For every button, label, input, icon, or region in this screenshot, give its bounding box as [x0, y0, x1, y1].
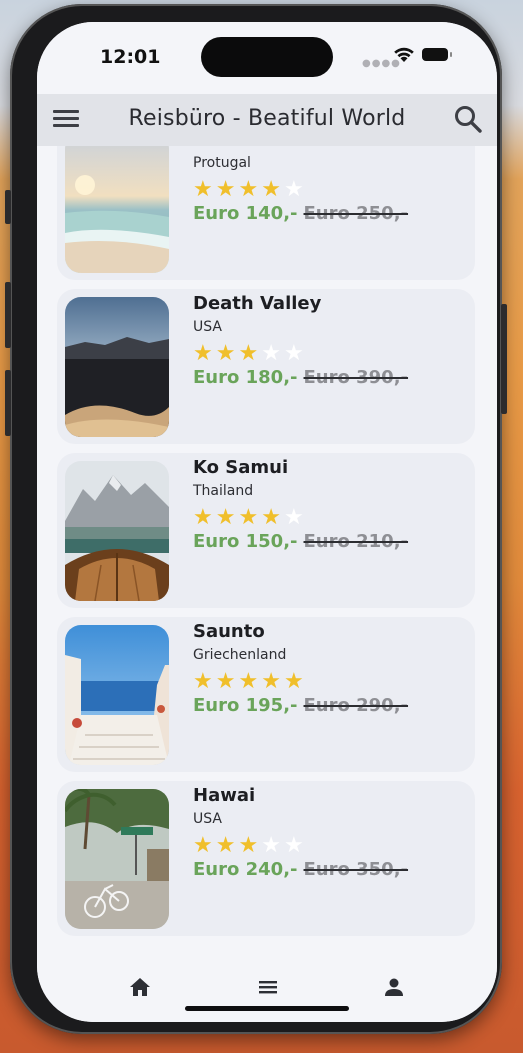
- rating-stars: ★★★★★: [193, 505, 408, 531]
- trip-image: [65, 146, 169, 273]
- rating-stars: ★★★★★: [193, 669, 408, 695]
- app-screen: 12:01 ●●●● Reisbüro - Beatiful World Pro…: [37, 22, 497, 1022]
- trip-price: Euro 140,-: [193, 203, 298, 224]
- home-indicator[interactable]: [185, 1006, 349, 1011]
- trip-info: Ko Samui Thailand ★★★★★ Euro 150,- Euro 2…: [193, 457, 408, 555]
- price-row: Euro 240,- Euro 350,-: [193, 859, 408, 883]
- person-icon[interactable]: [379, 974, 409, 1000]
- star-empty-icon: ★: [261, 833, 284, 858]
- trip-info: Death Valley USA ★★★★★ Euro 180,- Euro 39…: [193, 293, 408, 391]
- star-filled-icon: ★: [193, 505, 216, 530]
- star-filled-icon: ★: [215, 341, 239, 366]
- trip-card[interactable]: Saunto Griechenland ★★★★★ Euro 195,- Euro…: [57, 617, 475, 772]
- price-row: Euro 195,- Euro 290,-: [193, 695, 408, 719]
- price-row: Euro 140,- Euro 250,-: [193, 203, 408, 227]
- rating-stars: ★★★★★: [193, 341, 408, 367]
- trip-image: [65, 789, 169, 929]
- trip-old-price: Euro 210,-: [303, 531, 409, 552]
- trip-card[interactable]: Death Valley USA ★★★★★ Euro 180,- Euro 39…: [57, 289, 475, 444]
- trip-image: [65, 625, 169, 765]
- star-filled-icon: ★: [238, 177, 262, 202]
- home-icon[interactable]: [125, 974, 155, 1000]
- trip-price: Euro 150,-: [193, 531, 298, 552]
- star-filled-icon: ★: [283, 669, 307, 694]
- trip-price: Euro 180,-: [193, 367, 298, 388]
- trip-card[interactable]: Hawai USA ★★★★★ Euro 240,- Euro 350,-: [57, 781, 475, 936]
- trip-name: Death Valley: [193, 293, 322, 314]
- trip-list[interactable]: Protugal ★★★★★ Euro 140,- Euro 250,- Dea…: [37, 146, 497, 956]
- star-filled-icon: ★: [193, 833, 216, 858]
- volume-down-button: [5, 370, 11, 436]
- star-empty-icon: ★: [283, 833, 307, 858]
- dynamic-island: [201, 37, 333, 77]
- star-filled-icon: ★: [193, 669, 216, 694]
- trip-country: Griechenland: [193, 647, 287, 663]
- star-filled-icon: ★: [215, 505, 239, 530]
- trip-info: Saunto Griechenland ★★★★★ Euro 195,- Euro…: [193, 621, 408, 719]
- trip-price: Euro 240,-: [193, 859, 298, 880]
- side-button: [5, 190, 11, 224]
- price-row: Euro 150,- Euro 210,-: [193, 531, 408, 555]
- trip-price: Euro 195,-: [193, 695, 298, 716]
- trip-old-price: Euro 250,-: [303, 203, 409, 224]
- rating-stars: ★★★★★: [193, 833, 408, 859]
- status-bar: 12:01 ●●●●: [37, 22, 497, 94]
- star-filled-icon: ★: [215, 177, 239, 202]
- trip-old-price: Euro 350,-: [303, 859, 409, 880]
- trip-info: Protugal ★★★★★ Euro 140,- Euro 250,-: [193, 146, 408, 227]
- phone-frame: 12:01 ●●●● Reisbüro - Beatiful World Pro…: [5, 4, 507, 1034]
- star-empty-icon: ★: [283, 505, 307, 530]
- trip-card[interactable]: Protugal ★★★★★ Euro 140,- Euro 250,-: [57, 146, 475, 280]
- star-filled-icon: ★: [238, 833, 262, 858]
- star-filled-icon: ★: [238, 505, 262, 530]
- app-bar: Reisbüro - Beatiful World: [37, 94, 497, 146]
- trip-name: Hawai: [193, 785, 256, 806]
- search-icon[interactable]: [453, 104, 483, 134]
- trip-old-price: Euro 390,-: [303, 367, 409, 388]
- trip-old-price: Euro 290,-: [303, 695, 409, 716]
- power-button: [501, 304, 507, 414]
- trip-info: Hawai USA ★★★★★ Euro 240,- Euro 350,-: [193, 785, 408, 883]
- trip-name: Saunto: [193, 621, 265, 642]
- trip-country: USA: [193, 811, 222, 827]
- rating-stars: ★★★★★: [193, 177, 408, 203]
- status-time: 12:01: [100, 46, 161, 68]
- bottom-navigation: [37, 956, 497, 1022]
- trip-name: [193, 146, 408, 153]
- star-filled-icon: ★: [215, 833, 239, 858]
- trip-country: Thailand: [193, 483, 254, 499]
- trip-country: USA: [193, 319, 222, 335]
- trip-country: Protugal: [193, 155, 251, 171]
- trip-image: [65, 297, 169, 437]
- star-filled-icon: ★: [261, 177, 284, 202]
- star-filled-icon: ★: [238, 669, 262, 694]
- star-empty-icon: ★: [283, 177, 307, 202]
- trip-card[interactable]: Ko Samui Thailand ★★★★★ Euro 150,- Euro 2…: [57, 453, 475, 608]
- star-filled-icon: ★: [193, 177, 216, 202]
- star-empty-icon: ★: [261, 341, 284, 366]
- price-row: Euro 180,- Euro 390,-: [193, 367, 408, 391]
- wifi-icon: [394, 47, 414, 62]
- star-filled-icon: ★: [193, 341, 216, 366]
- star-filled-icon: ★: [238, 341, 262, 366]
- star-empty-icon: ★: [283, 341, 307, 366]
- list-icon[interactable]: [253, 974, 283, 1000]
- volume-up-button: [5, 282, 11, 348]
- star-filled-icon: ★: [261, 669, 284, 694]
- battery-icon: [422, 48, 452, 61]
- star-filled-icon: ★: [261, 505, 284, 530]
- trip-image: [65, 461, 169, 601]
- page-title: Reisbüro - Beatiful World: [128, 106, 406, 131]
- trip-name: Ko Samui: [193, 457, 289, 478]
- star-filled-icon: ★: [215, 669, 239, 694]
